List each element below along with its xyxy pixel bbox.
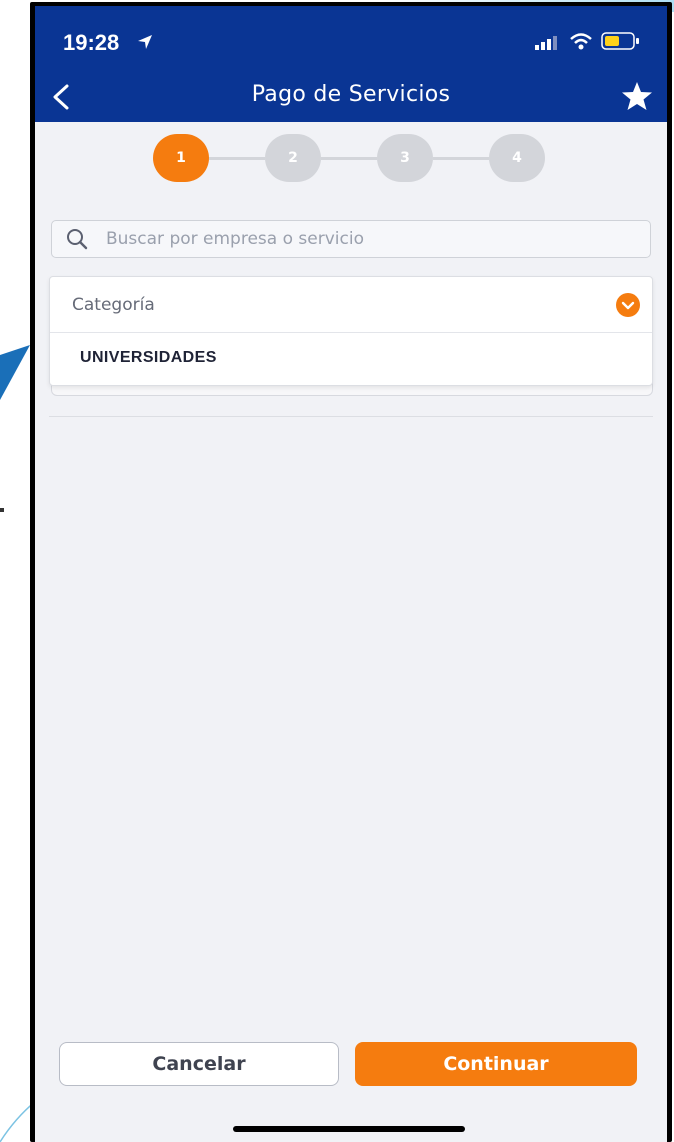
location-arrow-icon [138, 35, 152, 49]
page-title: Pago de Servicios [251, 82, 451, 107]
step-3: 3 [377, 134, 433, 182]
decorative-triangle [0, 345, 30, 400]
home-indicator[interactable] [233, 1126, 465, 1132]
cancel-button[interactable]: Cancelar [59, 1042, 339, 1086]
step-1: 1 [153, 134, 209, 182]
category-select[interactable]: Categoría [50, 277, 652, 333]
chevron-down-icon[interactable] [616, 293, 640, 317]
step-connector [321, 157, 377, 160]
category-option[interactable]: UNIVERSIDADES [80, 349, 217, 367]
wifi-icon [570, 33, 592, 50]
step-connector [209, 157, 265, 160]
status-time: 19:28 [63, 30, 120, 55]
search-icon [67, 229, 88, 250]
continue-button[interactable]: Continuar [355, 1042, 637, 1086]
step-4: 4 [489, 134, 545, 182]
battery-icon [601, 32, 639, 50]
divider [49, 416, 653, 417]
app-header: 19:28 Pago de Servicios [35, 6, 667, 122]
signal-icon [535, 36, 557, 50]
category-label: Categoría [72, 295, 155, 315]
decorative-dot [0, 508, 4, 512]
page: 19:28 Pago de Servicios 1 2 3 4 Buscar p… [0, 0, 674, 1142]
progress-stepper: 1 2 3 4 [153, 134, 553, 182]
search-input[interactable] [106, 221, 636, 257]
step-2: 2 [265, 134, 321, 182]
app-screen: 19:28 Pago de Servicios 1 2 3 4 Buscar p… [35, 6, 667, 1142]
star-icon[interactable] [621, 80, 653, 112]
search-box[interactable] [51, 220, 651, 258]
category-dropdown: Categoría UNIVERSIDADES [49, 276, 653, 386]
step-connector [433, 157, 489, 160]
phone-frame: 19:28 Pago de Servicios 1 2 3 4 Buscar p… [30, 2, 672, 1142]
